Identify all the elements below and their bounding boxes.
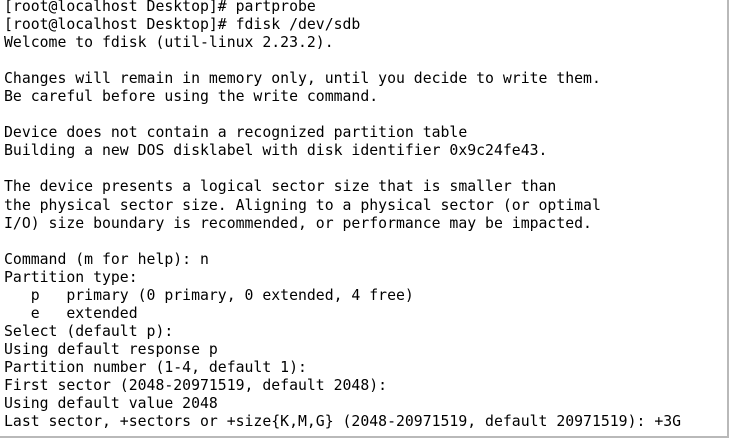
terminal-line: Command (m for help): n bbox=[4, 250, 209, 268]
terminal-line: Changes will remain in memory only, unti… bbox=[4, 70, 601, 88]
terminal-line: Select (default p): bbox=[4, 322, 174, 340]
terminal-line: Welcome to fdisk (util-linux 2.23.2). bbox=[4, 34, 334, 52]
terminal-line: Device does not contain a recognized par… bbox=[4, 124, 468, 142]
terminal-line: The device presents a logical sector siz… bbox=[4, 178, 557, 196]
terminal-line: e extended bbox=[4, 304, 138, 322]
terminal-line: Be careful before using the write comman… bbox=[4, 88, 379, 106]
terminal-line: I/O) size boundary is recommended, or pe… bbox=[4, 214, 592, 232]
terminal-prompt-line[interactable]: Last sector, +sectors or +size{K,M,G} (2… bbox=[4, 413, 681, 431]
terminal-line: the physical sector size. Aligning to a … bbox=[4, 196, 601, 214]
terminal-line: Using default response p bbox=[4, 340, 218, 358]
terminal-line: Partition number (1-4, default 1): bbox=[4, 358, 307, 376]
terminal-line: Partition type: bbox=[4, 268, 138, 286]
terminal-line: First sector (2048-20971519, default 204… bbox=[4, 376, 388, 394]
terminal-output: [root@localhost Desktop]# partprobe [roo… bbox=[4, 0, 681, 431]
terminal-line: p primary (0 primary, 0 extended, 4 free… bbox=[4, 286, 414, 304]
terminal-line: Using default value 2048 bbox=[4, 395, 218, 413]
terminal-window[interactable]: [root@localhost Desktop]# partprobe [roo… bbox=[0, 0, 729, 438]
terminal-line: [root@localhost Desktop]# fdisk /dev/sdb bbox=[4, 16, 361, 34]
terminal-line: Building a new DOS disklabel with disk i… bbox=[4, 142, 548, 160]
terminal-line: [root@localhost Desktop]# partprobe bbox=[4, 0, 316, 15]
